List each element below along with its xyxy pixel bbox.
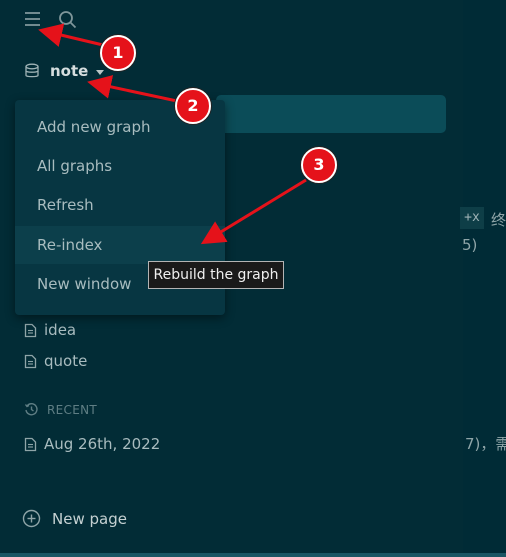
annotation-badge-1: 1 [100, 35, 136, 71]
annotation-badge-3: 3 [301, 147, 337, 183]
annotation-arrow-2 [87, 75, 178, 103]
annotation-arrows [38, 23, 307, 245]
annotation-badge-2: 2 [175, 88, 211, 124]
annotation-arrow-1 [38, 23, 104, 47]
annotation-arrow-3 [200, 178, 307, 245]
